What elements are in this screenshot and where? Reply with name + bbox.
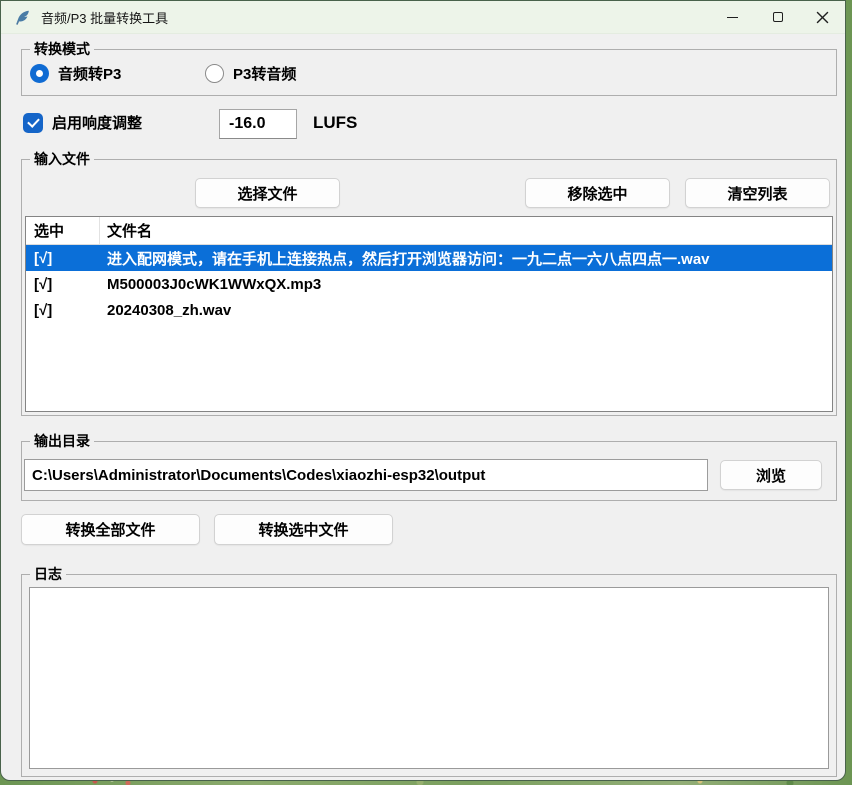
file-table: 选中 文件名 [√] 进入配网模式，请在手机上连接热点，然后打开浏览器访问：一九… — [25, 216, 833, 412]
checkbox-checked-icon — [23, 113, 43, 133]
conversion-mode-group: 转换模式 音频转P3 P3转音频 — [21, 49, 837, 96]
convert-all-button[interactable]: 转换全部文件 — [21, 514, 200, 545]
radio-audio-to-p3[interactable]: 音频转P3 — [30, 63, 121, 84]
remove-selected-button[interactable]: 移除选中 — [525, 178, 670, 208]
maximize-button[interactable] — [755, 1, 800, 33]
group-label-log: 日志 — [30, 565, 66, 584]
python-feather-icon — [14, 9, 31, 26]
lufs-unit-label: LUFS — [313, 113, 357, 133]
column-header-filename[interactable]: 文件名 — [100, 220, 152, 241]
browse-button[interactable]: 浏览 — [720, 460, 822, 490]
radio-selected-icon — [30, 64, 49, 83]
radio-unselected-icon — [205, 64, 224, 83]
minimize-icon — [727, 17, 738, 18]
group-label-input-files: 输入文件 — [30, 150, 94, 169]
desktop: { "window": { "title": "音频/P3 批量转换工具", "… — [0, 0, 852, 785]
loudness-row: 启用响度调整 LUFS — [21, 109, 837, 141]
output-directory-group: 输出目录 浏览 — [21, 441, 837, 501]
window-title: 音频/P3 批量转换工具 — [41, 8, 168, 27]
clear-list-button[interactable]: 清空列表 — [685, 178, 830, 208]
row-filename-cell[interactable]: M500003J0cWK1WWxQX.mp3 — [100, 276, 321, 293]
column-header-checked[interactable]: 选中 — [26, 217, 100, 244]
loudness-checkbox-label: 启用响度调整 — [52, 112, 142, 133]
radio-label-p3-to-audio: P3转音频 — [233, 63, 296, 84]
lufs-value-input[interactable] — [219, 109, 297, 139]
log-textarea[interactable] — [29, 587, 829, 769]
group-label-mode: 转换模式 — [30, 40, 94, 59]
table-row[interactable]: [√] 进入配网模式，请在手机上连接热点，然后打开浏览器访问：一九二点一六八点四… — [26, 245, 832, 271]
select-files-button[interactable]: 选择文件 — [195, 178, 340, 208]
maximize-icon — [773, 12, 783, 22]
radio-p3-to-audio[interactable]: P3转音频 — [205, 63, 296, 84]
radio-label-audio-to-p3: 音频转P3 — [58, 63, 121, 84]
row-filename-cell[interactable]: 进入配网模式，请在手机上连接热点，然后打开浏览器访问：一九二点一六八点四点一.w… — [100, 248, 710, 269]
convert-selected-button[interactable]: 转换选中文件 — [214, 514, 393, 545]
minimize-button[interactable] — [710, 1, 755, 33]
table-row[interactable]: [√] M500003J0cWK1WWxQX.mp3 — [26, 271, 832, 297]
file-table-header[interactable]: 选中 文件名 — [26, 217, 832, 245]
row-checked-cell[interactable]: [√] — [26, 250, 100, 267]
log-group: 日志 — [21, 574, 837, 777]
app-window: 音频/P3 批量转换工具 转换模式 音频转P3 P3转音频 — [0, 0, 846, 781]
close-button[interactable] — [800, 1, 845, 33]
row-checked-cell[interactable]: [√] — [26, 302, 100, 319]
window-controls — [710, 1, 845, 33]
output-path-input[interactable] — [24, 459, 708, 491]
input-files-group: 输入文件 选择文件 移除选中 清空列表 选中 文件名 [√] 进入配网模式，请在… — [21, 159, 837, 416]
row-filename-cell[interactable]: 20240308_zh.wav — [100, 302, 231, 319]
group-label-output: 输出目录 — [30, 432, 94, 451]
close-icon — [816, 11, 829, 24]
table-row[interactable]: [√] 20240308_zh.wav — [26, 297, 832, 323]
row-checked-cell[interactable]: [√] — [26, 276, 100, 293]
title-bar[interactable]: 音频/P3 批量转换工具 — [1, 1, 845, 34]
loudness-checkbox-wrap[interactable]: 启用响度调整 — [23, 112, 142, 133]
